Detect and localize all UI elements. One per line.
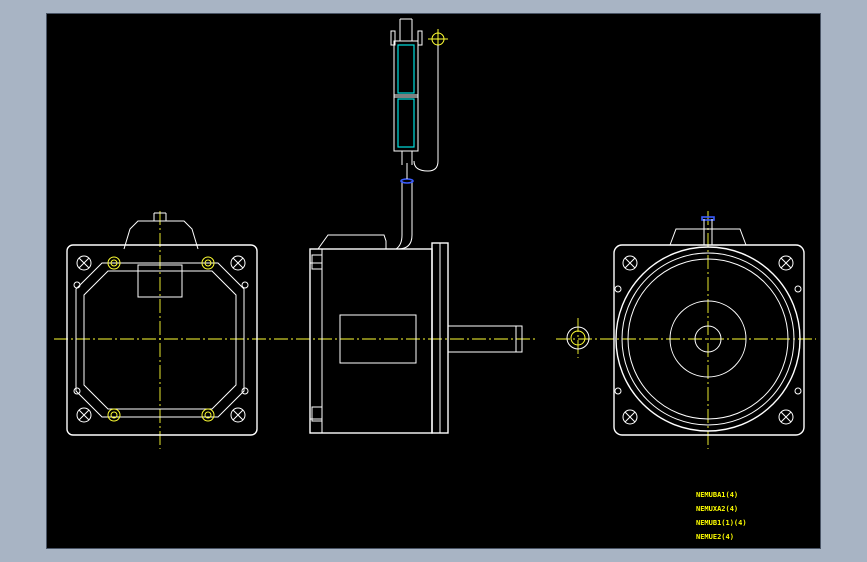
model-label-1: NEMUBA1(4)	[696, 491, 738, 499]
side-view	[309, 18, 523, 434]
rear-view	[66, 212, 258, 436]
model-label-list: NEMUBA1(4) NEMUXA2(4) NEMUB1(1)(4) NEMUE…	[696, 491, 747, 541]
front-view	[613, 216, 805, 436]
model-label-4: NEMUE2(4)	[696, 533, 734, 541]
motor-drawing-svg: NEMUBA1(4) NEMUXA2(4) NEMUB1(1)(4) NEMUE…	[54, 18, 816, 541]
cad-drawing-area[interactable]: NEMUBA1(4) NEMUXA2(4) NEMUB1(1)(4) NEMUE…	[46, 13, 821, 549]
model-label-2: NEMUXA2(4)	[696, 505, 738, 513]
model-label-3: NEMUB1(1)(4)	[696, 519, 747, 527]
